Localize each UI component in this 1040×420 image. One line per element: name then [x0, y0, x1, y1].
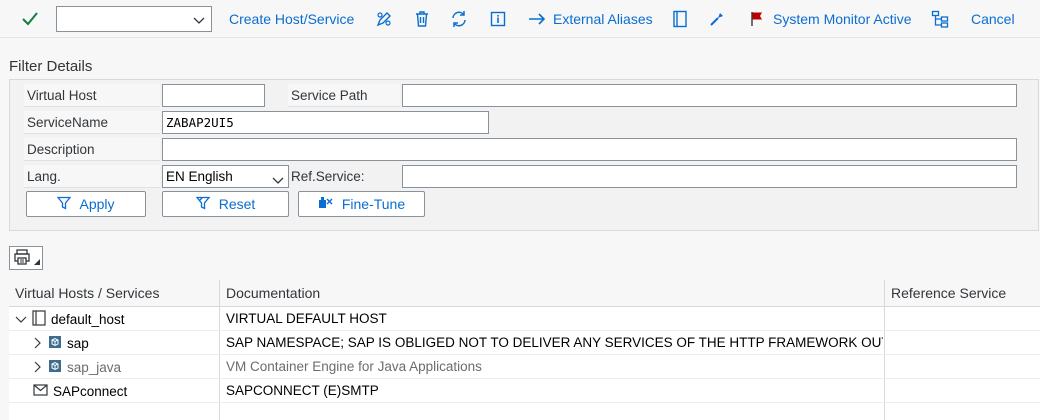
info-icon [488, 9, 508, 29]
virtual-host-label: Virtual Host [24, 84, 160, 107]
ref-service-input[interactable] [402, 165, 1017, 188]
tree-node-sapconnect[interactable]: SAPconnect [33, 379, 127, 403]
lang-label: Lang. [24, 165, 160, 188]
envelope-icon [33, 383, 48, 399]
info-button[interactable] [488, 0, 508, 38]
description-input[interactable] [162, 138, 1017, 161]
wrench-icon [707, 9, 727, 29]
description-label: Description [24, 138, 160, 161]
apply-button[interactable]: Apply [26, 191, 146, 217]
printer-icon [13, 248, 31, 269]
toolbar: Create Host/Service External Aliases Sys… [0, 0, 1040, 38]
tree-row[interactable]: sap SAP NAMESPACE; SAP IS OBLIGED NOT TO… [9, 331, 1040, 355]
hierarchy-icon [930, 9, 950, 29]
service-name-label: ServiceName [24, 111, 160, 134]
refresh-button[interactable] [449, 0, 469, 38]
filter-section-title: Filter Details [9, 58, 93, 75]
collapse-chevron-icon[interactable] [15, 313, 27, 325]
reset-button[interactable]: Reset [162, 191, 289, 217]
delete-button[interactable] [412, 0, 432, 38]
documentation-cell: SAPCONNECT (E)SMTP [226, 383, 379, 398]
tree-node-sap[interactable]: sap [31, 331, 89, 355]
tree-node-sap-java[interactable]: sap_java [31, 355, 121, 379]
layout-menu-button[interactable] [9, 246, 43, 270]
fine-tune-button[interactable]: Fine-Tune [298, 191, 425, 217]
filter-panel: Virtual Host Service Path ServiceName ZA… [9, 79, 1039, 231]
package-icon [48, 335, 62, 352]
external-aliases-button[interactable]: External Aliases [527, 0, 653, 38]
chevron-down-icon[interactable] [193, 13, 205, 29]
create-host-service-button[interactable]: Create Host/Service [229, 0, 354, 38]
tree-row[interactable]: default_host VIRTUAL DEFAULT HOST [9, 307, 1040, 331]
pencil-glasses-icon [374, 9, 394, 29]
expand-chevron-icon[interactable] [31, 337, 43, 349]
confirm-button[interactable] [20, 0, 40, 38]
refresh-icon [449, 9, 469, 29]
chevron-down-icon[interactable] [272, 171, 284, 192]
hierarchy-button[interactable] [930, 0, 950, 38]
column-header-documentation[interactable]: Documentation [220, 280, 884, 307]
column-header-hosts[interactable]: Virtual Hosts / Services [9, 280, 219, 307]
fine-tune-icon [318, 196, 334, 213]
documentation-cell: SAP NAMESPACE; SAP IS OBLIGED NOT TO DEL… [226, 335, 883, 350]
lang-select[interactable]: EN English [162, 165, 289, 188]
filter-icon [57, 196, 72, 213]
reference-cell [890, 307, 1040, 331]
service-path-label: Service Path [288, 84, 400, 107]
tree-header: Virtual Hosts / Services Documentation R… [9, 280, 1040, 307]
package-icon [48, 359, 62, 376]
tree-row[interactable]: SAPconnect SAPCONNECT (E)SMTP [9, 379, 1040, 403]
arrow-right-icon [527, 9, 547, 29]
ref-service-label: Ref.Service: [291, 169, 365, 184]
column-header-reference[interactable]: Reference Service [885, 280, 1040, 307]
dropdown-triangle-icon [34, 259, 40, 265]
cancel-button[interactable]: Cancel [971, 0, 1015, 38]
documentation-cell: VIRTUAL DEFAULT HOST [226, 311, 387, 326]
edit-button[interactable] [374, 0, 394, 38]
documentation-cell: VM Container Engine for Java Application… [226, 359, 482, 374]
command-field[interactable] [56, 6, 212, 32]
lang-select-value: EN English [166, 169, 233, 184]
virtual-host-input[interactable] [162, 84, 265, 107]
tree-node-default-host[interactable]: default_host [15, 307, 125, 331]
test-button[interactable] [707, 0, 727, 38]
service-name-input[interactable]: ZABAP2UI5 [162, 111, 489, 134]
services-tree: Virtual Hosts / Services Documentation R… [9, 280, 1040, 420]
document-icon [670, 9, 690, 29]
tree-row[interactable]: sap_java VM Container Engine for Java Ap… [9, 355, 1040, 379]
clear-filter-icon [195, 196, 211, 213]
checkmark-icon [20, 9, 40, 29]
reference-cell [890, 379, 1040, 403]
document-button[interactable] [670, 0, 690, 38]
reference-cell [890, 331, 1040, 355]
expand-chevron-icon[interactable] [31, 361, 43, 373]
reference-cell [890, 355, 1040, 379]
trash-icon [412, 9, 432, 29]
system-monitor-button[interactable]: System Monitor Active [747, 0, 912, 38]
host-icon [32, 309, 46, 329]
service-path-input[interactable] [402, 84, 1017, 107]
flag-icon [747, 9, 767, 29]
